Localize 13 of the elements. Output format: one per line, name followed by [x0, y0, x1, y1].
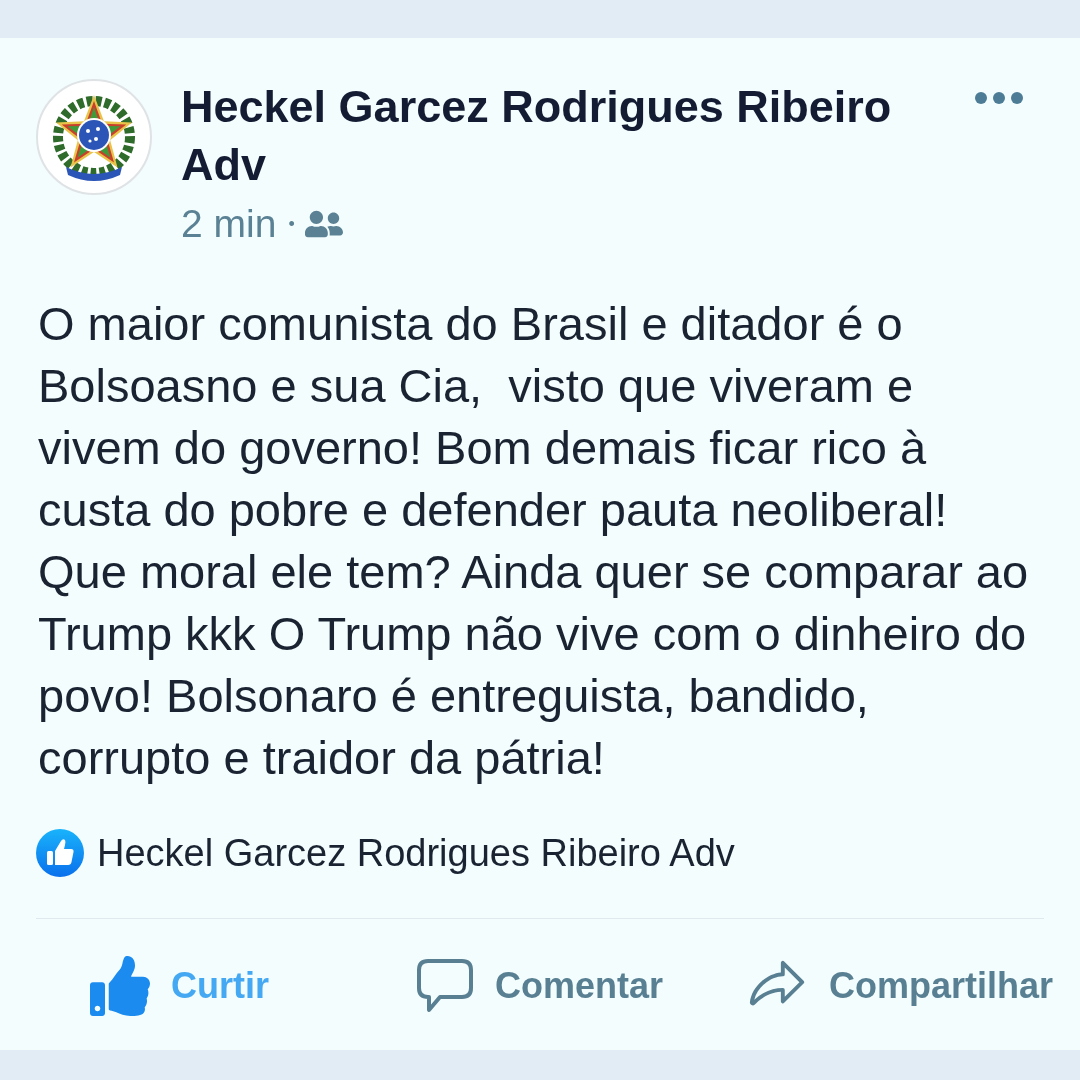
- thumbs-up-icon: [90, 956, 150, 1016]
- more-icon[interactable]: [975, 92, 1023, 104]
- speech-bubble-icon: [416, 958, 474, 1014]
- separator-dot: •: [288, 213, 295, 235]
- liked-by-names[interactable]: Heckel Garcez Rodrigues Ribeiro Adv: [97, 831, 735, 875]
- author-name[interactable]: Heckel Garcez Rodrigues Ribeiro Adv: [181, 78, 941, 194]
- post-time: 2 min: [181, 202, 277, 246]
- star-emblem-icon: [36, 79, 152, 195]
- comment-action-button[interactable]: Comentar: [416, 954, 664, 1018]
- like-reaction-icon: [36, 829, 84, 877]
- share-action-button[interactable]: Compartilhar: [746, 954, 1054, 1018]
- like-action-button[interactable]: Curtir: [90, 954, 269, 1018]
- post-text: O maior comunista do Brasil e ditador é o Bolsoasno e sua Cia, visto que viveram e vivem do governo! Bom demais ficar rico à custa do pobre e defender pauta neoliberal! Que moral ele tem? Ainda quer se comparar ao Trump kkk O Trump não vive com o dinheiro do povo! Bolsonaro é entreguista, bandido, corrupto e traidor da pátria!: [38, 296, 1030, 786]
